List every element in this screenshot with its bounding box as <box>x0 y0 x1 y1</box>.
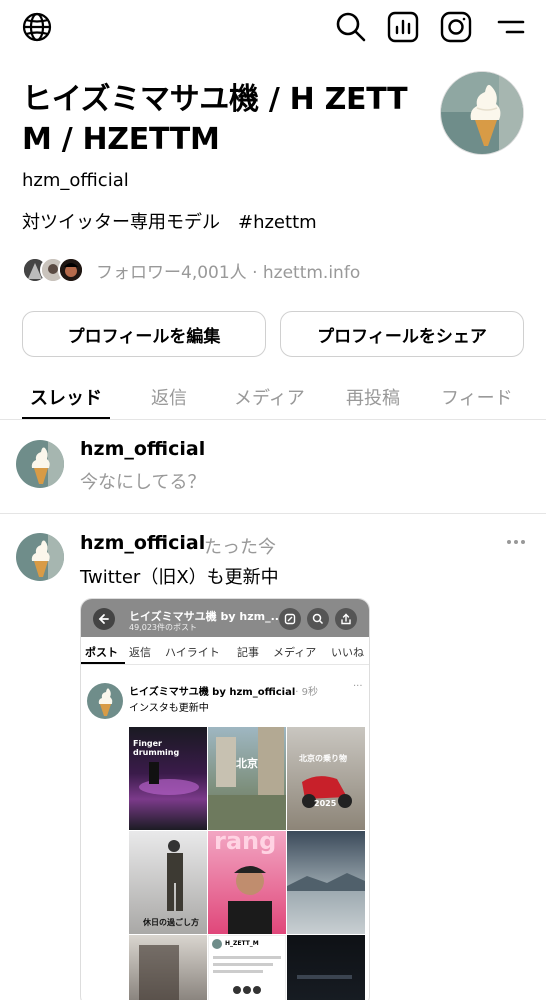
compose-input[interactable]: 今なにしてる？ <box>80 468 205 494</box>
edit-icon <box>279 608 301 630</box>
embedded-tab-indicator <box>81 662 125 664</box>
embedded-media-grid: Finger drumming 北京 北京の乗り物 2025 休日の過ごし方 r… <box>129 727 365 1000</box>
post-avatar[interactable] <box>16 533 64 581</box>
media-thumbnail <box>287 935 365 1000</box>
media-thumbnail <box>129 935 207 1000</box>
back-arrow-icon <box>93 608 115 630</box>
tab-replies[interactable]: 返信 <box>151 384 187 410</box>
followers-row[interactable]: フォロワー4,001人 · hzettm.info <box>22 256 360 284</box>
profile-tabs: スレッド 返信 メディア 再投稿 フィード <box>0 370 546 420</box>
embedded-tabs: ポスト 返信 ハイライト 記事 メディア いいね <box>81 637 369 665</box>
compose-avatar <box>16 440 64 488</box>
post-username[interactable]: hzm_official <box>80 532 205 554</box>
edit-profile-button[interactable]: プロフィールを編集 <box>22 311 266 357</box>
follower-avatar <box>58 257 84 283</box>
tab-threads[interactable]: スレッド <box>30 384 102 410</box>
embedded-tab: ポスト <box>85 646 118 659</box>
menu-icon[interactable] <box>494 10 528 44</box>
media-thumbnail: Finger drumming <box>129 727 207 830</box>
globe-icon[interactable] <box>20 10 54 44</box>
embedded-text: インスタも更新中 <box>129 703 209 714</box>
embedded-username-text: ヒイズミマサユ機 by hzm_official <box>129 687 296 698</box>
profile-name: ヒイズミマサユ機 / H ZETT M / HZETTM <box>22 80 422 160</box>
media-thumbnail: H_ZETT_M <box>208 935 286 1000</box>
tab-reposts[interactable]: 再投稿 <box>346 384 400 410</box>
share-icon <box>335 608 357 630</box>
followers-count: フォロワー4,001人 · hzettm.info <box>96 262 361 283</box>
embedded-time: · 9秒 <box>295 687 318 698</box>
more-options-icon[interactable] <box>504 530 528 554</box>
embedded-header: ヒイズミマサユ機 by hzm_... 49,023件のポスト <box>81 599 369 637</box>
media-thumbnail: 休日の過ごし方 <box>129 831 207 934</box>
tab-active-indicator <box>22 417 110 419</box>
compose-box[interactable]: hzm_official 今なにしてる？ <box>0 420 546 514</box>
embedded-subtitle: 49,023件のポスト <box>129 623 197 632</box>
media-thumbnail: rang <box>208 831 286 934</box>
profile-avatar[interactable] <box>440 71 524 155</box>
embedded-tab: いいね <box>331 646 364 659</box>
media-thumbnail <box>287 831 365 934</box>
embedded-username: ヒイズミマサユ機 by hzm_official· 9秒 <box>129 683 318 698</box>
media-thumbnail: 北京の乗り物 2025 <box>287 727 365 830</box>
media-thumbnail: 北京 <box>208 727 286 830</box>
follower-avatars <box>22 257 90 283</box>
post-timestamp: たった今 <box>204 537 276 558</box>
embedded-tab: 記事 <box>237 646 259 659</box>
embedded-avatar <box>87 683 123 719</box>
top-bar <box>0 0 546 56</box>
tab-feed[interactable]: フィード <box>441 384 513 410</box>
profile-name-line2: M / HZETTM <box>22 122 220 157</box>
post-image[interactable]: ヒイズミマサユ機 by hzm_... 49,023件のポスト ポスト 返信 ハ… <box>80 598 370 1000</box>
share-profile-button[interactable]: プロフィールをシェア <box>280 311 524 357</box>
instagram-icon[interactable] <box>439 10 473 44</box>
insights-icon[interactable] <box>386 10 420 44</box>
profile-handle: hzm_official <box>22 170 129 191</box>
tab-media[interactable]: メディア <box>234 384 305 410</box>
search-icon[interactable] <box>334 10 368 44</box>
search-icon <box>307 608 329 630</box>
embedded-more-icon: ··· <box>353 681 363 692</box>
embedded-tab: ハイライト <box>165 646 220 659</box>
embedded-tab: メディア <box>273 646 317 659</box>
compose-username: hzm_official <box>80 438 206 460</box>
embedded-tab: 返信 <box>129 646 151 659</box>
profile-name-line1: ヒイズミマサユ機 / H ZETT <box>22 82 408 117</box>
post-text: Twitter（旧X）も更新中 <box>80 567 279 588</box>
profile-bio: 対ツイッター専用モデル #hzettm <box>22 212 317 233</box>
